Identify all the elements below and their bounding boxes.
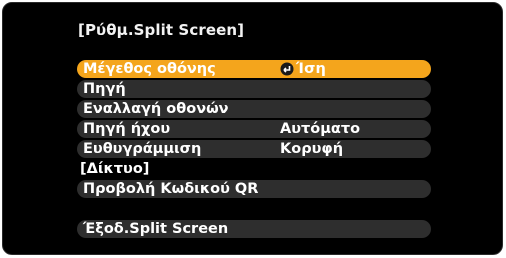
audio-source-label: Πηγή ήχου: [83, 121, 171, 137]
alignment-value: Κορυφή: [280, 141, 344, 157]
screen-size-item[interactable]: Μέγεθος οθόνης Ίση: [77, 60, 431, 78]
swap-screens-label: Εναλλαγή οθονών: [83, 101, 229, 117]
source-label: Πηγή: [83, 81, 126, 97]
show-qr-code-item[interactable]: Προβολή Κωδικού QR: [77, 180, 431, 198]
alignment-label: Ευθυγράμμιση: [83, 141, 202, 157]
screen-size-value-wrap: Ίση: [280, 60, 326, 78]
exit-split-screen-item[interactable]: Έξοδ.Split Screen: [77, 220, 431, 238]
audio-source-value: Αυτόματο: [280, 121, 361, 137]
screen-size-label: Μέγεθος οθόνης: [83, 61, 216, 77]
screen-size-value: Ίση: [296, 61, 326, 77]
network-heading: [Δίκτυο]: [80, 161, 150, 177]
swap-screens-item[interactable]: Εναλλαγή οθονών: [77, 100, 431, 118]
source-item[interactable]: Πηγή: [77, 80, 431, 98]
exit-split-screen-label: Έξοδ.Split Screen: [83, 221, 229, 237]
show-qr-code-label: Προβολή Κωδικού QR: [83, 181, 259, 197]
alignment-item[interactable]: Ευθυγράμμιση Κορυφή: [77, 140, 431, 158]
audio-source-item[interactable]: Πηγή ήχου Αυτόματο: [77, 120, 431, 138]
split-screen-settings-panel: [Ρύθμ.Split Screen] Μέγεθος οθόνης Ίση Π…: [2, 2, 503, 255]
enter-icon: [280, 62, 294, 76]
panel-title: [Ρύθμ.Split Screen]: [78, 21, 245, 39]
